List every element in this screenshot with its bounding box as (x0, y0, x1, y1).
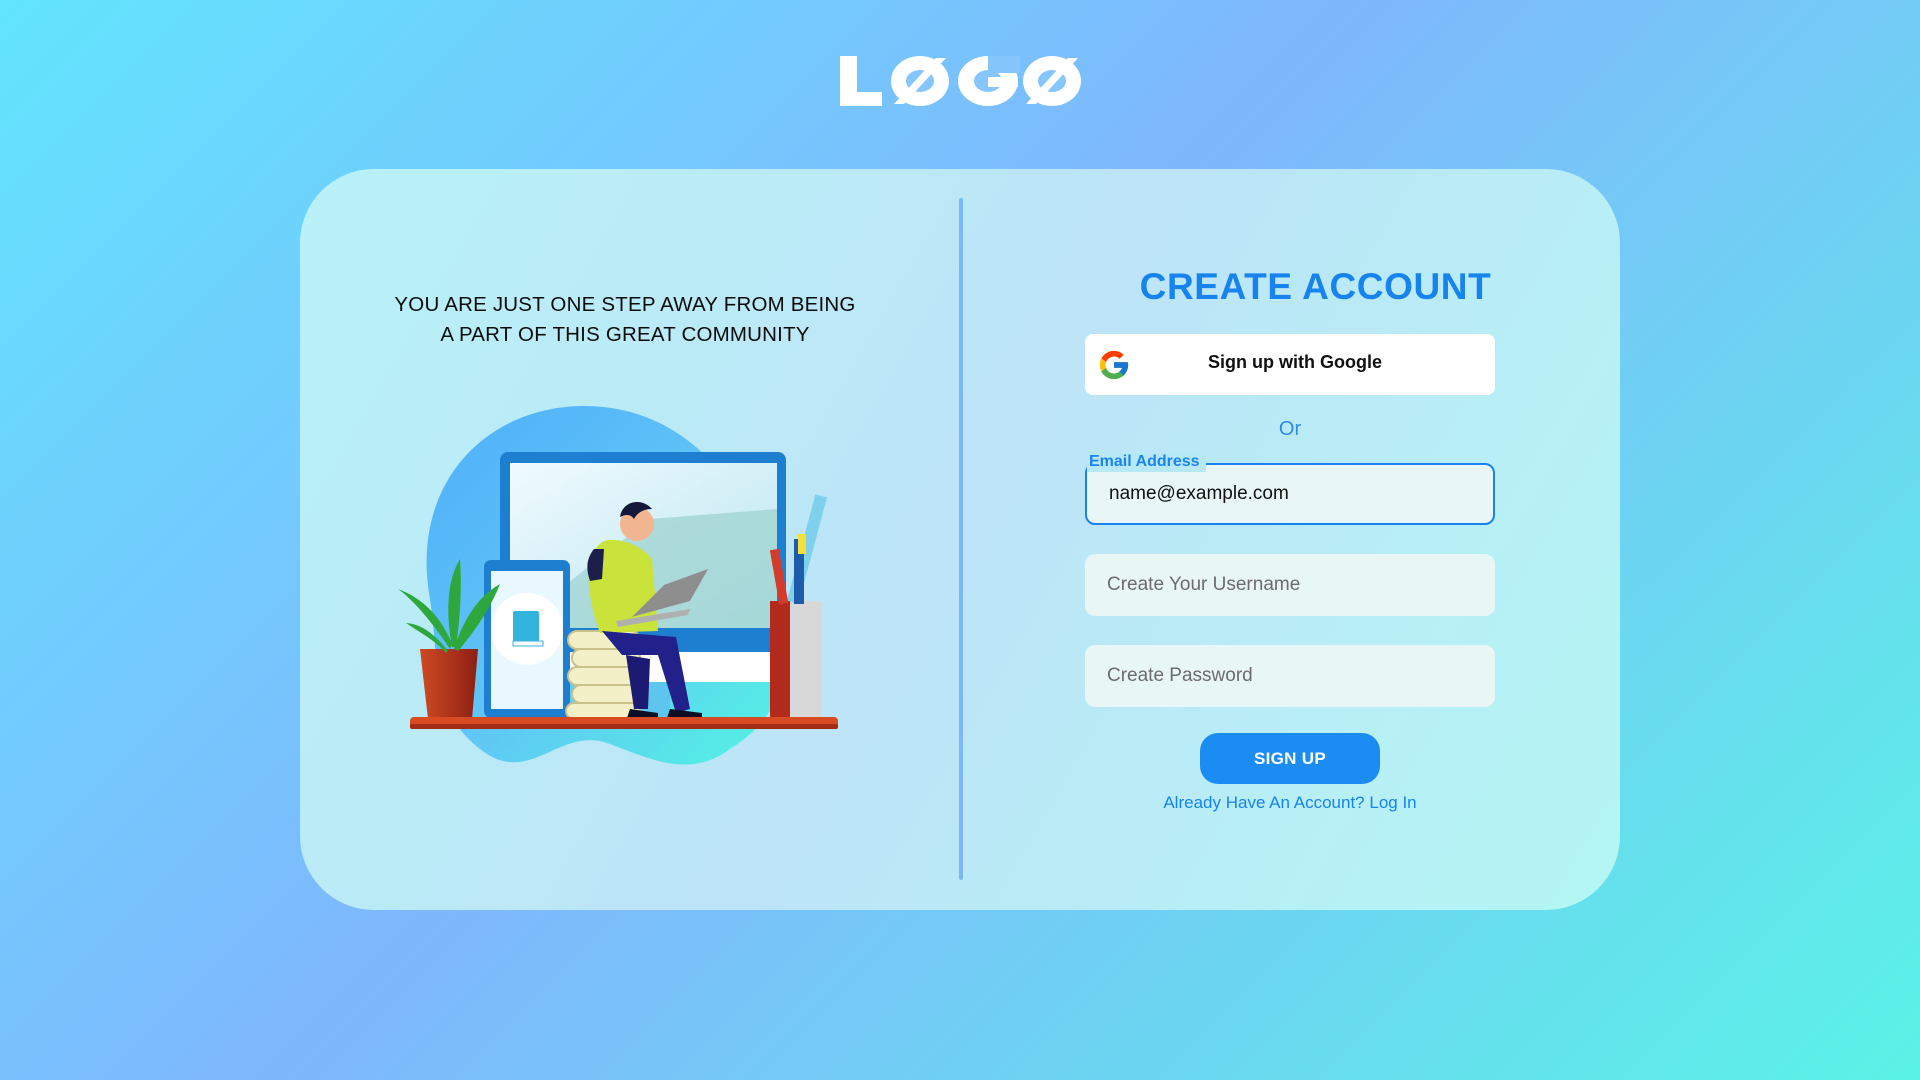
login-link[interactable]: Already Have An Account? Log In (1085, 793, 1495, 813)
signup-card: YOU ARE JUST ONE STEP AWAY FROM BEING A … (300, 169, 1620, 910)
tagline-line-2: A PART OF THIS GREAT COMMUNITY (440, 323, 810, 346)
or-separator: Or (1278, 418, 1302, 440)
google-signup-label: Sign up with Google (1208, 352, 1382, 372)
form-title: CREATE ACCOUNT (1139, 266, 1492, 307)
tagline: YOU ARE JUST ONE STEP AWAY FROM BEING A … (360, 290, 890, 350)
google-signup-button[interactable]: Sign up with Google (1085, 334, 1495, 395)
signup-button[interactable]: SIGN UP (1200, 733, 1380, 784)
email-field[interactable]: Email Address (1085, 452, 1495, 525)
logo-graphic (840, 56, 1081, 106)
username-field[interactable] (1085, 554, 1495, 616)
hero-illustration (390, 369, 860, 789)
email-input[interactable] (1087, 465, 1493, 523)
panel-divider (959, 198, 963, 880)
password-input[interactable] (1085, 645, 1495, 707)
password-field[interactable] (1085, 645, 1495, 707)
username-input[interactable] (1085, 554, 1495, 616)
logo (838, 46, 1082, 116)
tagline-line-1: YOU ARE JUST ONE STEP AWAY FROM BEING (394, 293, 856, 316)
